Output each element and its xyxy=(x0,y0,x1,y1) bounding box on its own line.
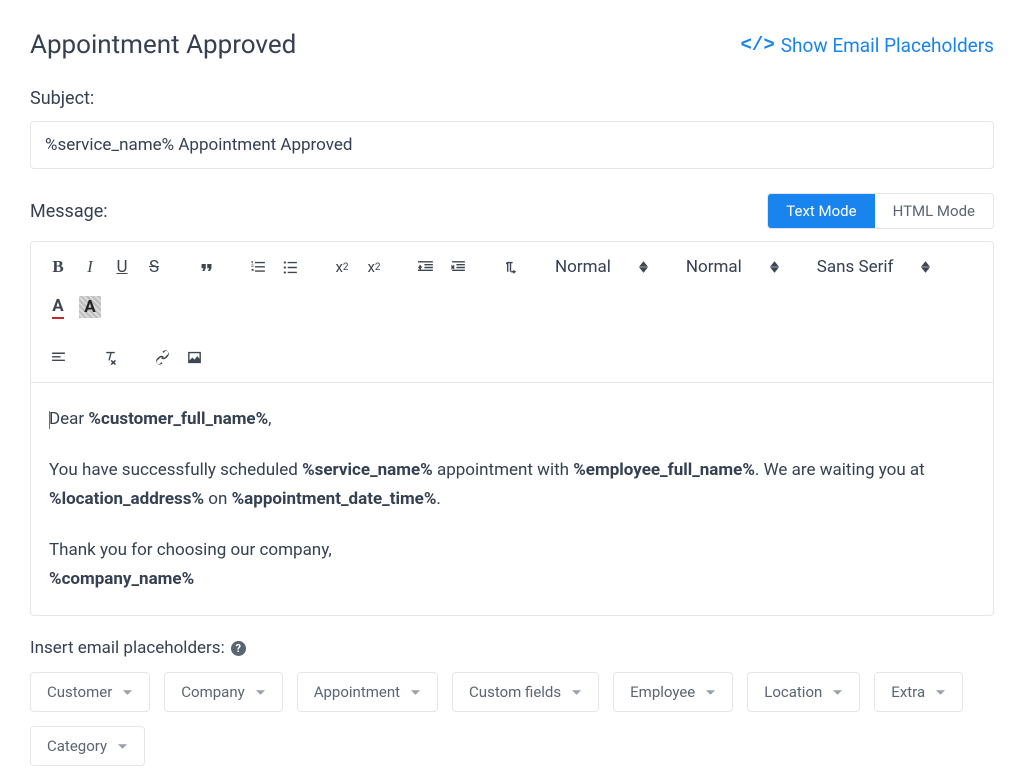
html-mode-button[interactable]: HTML Mode xyxy=(875,194,993,228)
page-title: Appointment Approved xyxy=(30,30,296,60)
dropdown-company[interactable]: Company xyxy=(164,672,282,712)
editor-toolbar: B I U S x2 x2 xyxy=(31,242,993,383)
placeholder-employee-name: %employee_full_name% xyxy=(573,460,755,480)
placeholder-appointment-datetime: %appointment_date_time% xyxy=(232,489,437,509)
text: on xyxy=(204,489,232,509)
code-icon: </> xyxy=(741,34,775,56)
clear-formatting-button[interactable] xyxy=(95,342,125,372)
italic-button[interactable]: I xyxy=(75,252,105,282)
dropdown-location[interactable]: Location xyxy=(747,672,860,712)
dropdown-customer[interactable]: Customer xyxy=(30,672,150,712)
text: . xyxy=(436,489,440,509)
dropdown-category[interactable]: Category xyxy=(30,726,145,766)
placeholder-company-name: %company_name% xyxy=(49,569,194,589)
placeholder-location-address: %location_address% xyxy=(49,489,204,509)
outdent-button[interactable] xyxy=(411,252,441,282)
subject-input[interactable] xyxy=(30,121,994,169)
editor-textarea[interactable]: Dear %customer_full_name%, You have succ… xyxy=(31,383,993,615)
font-size-value: Normal xyxy=(686,257,742,277)
help-icon[interactable]: ? xyxy=(231,641,246,656)
unordered-list-button[interactable] xyxy=(275,252,305,282)
direction-button[interactable] xyxy=(495,252,525,282)
chevron-down-icon xyxy=(410,689,421,696)
text: , xyxy=(268,409,271,429)
text: appointment with xyxy=(433,460,573,480)
placeholder-customer-name: %customer_full_name% xyxy=(88,409,268,429)
indent-button[interactable] xyxy=(443,252,473,282)
chevron-down-icon xyxy=(832,689,843,696)
text: Dear xyxy=(49,409,88,429)
placeholder-service-name: %service_name% xyxy=(302,460,433,480)
paragraph-format-select[interactable]: Normal xyxy=(547,257,656,277)
show-email-placeholders-label: Show Email Placeholders xyxy=(781,34,994,57)
chevron-down-icon xyxy=(571,689,582,696)
dropdown-extra[interactable]: Extra xyxy=(874,672,963,712)
rich-text-editor: B I U S x2 x2 xyxy=(30,241,994,616)
editor-mode-toggle: Text Mode HTML Mode xyxy=(767,193,994,229)
superscript-button[interactable]: x2 xyxy=(359,252,389,282)
chevron-sort-icon xyxy=(639,261,648,273)
text-color-button[interactable]: A xyxy=(43,292,73,322)
show-email-placeholders-link[interactable]: </> Show Email Placeholders xyxy=(741,34,994,57)
text: You have successfully scheduled xyxy=(49,460,302,480)
chevron-down-icon xyxy=(935,689,946,696)
underline-button[interactable]: U xyxy=(107,252,137,282)
text: Thank you for choosing our company, xyxy=(49,540,332,560)
dropdown-employee[interactable]: Employee xyxy=(613,672,733,712)
strikethrough-button[interactable]: S xyxy=(139,252,169,282)
message-label: Message: xyxy=(30,201,108,222)
chevron-sort-icon xyxy=(921,261,930,273)
dropdown-appointment[interactable]: Appointment xyxy=(297,672,438,712)
font-family-select[interactable]: Sans Serif xyxy=(809,257,939,277)
highlight-color-button[interactable]: A xyxy=(75,292,105,322)
subject-label: Subject: xyxy=(30,88,994,109)
chevron-down-icon xyxy=(255,689,266,696)
dropdown-custom-fields[interactable]: Custom fields xyxy=(452,672,599,712)
chevron-sort-icon xyxy=(770,261,779,273)
chevron-down-icon xyxy=(122,689,133,696)
chevron-down-icon xyxy=(705,689,716,696)
placeholder-dropdowns: Customer Company Appointment Custom fiel… xyxy=(30,672,994,766)
text: . We are waiting you at xyxy=(755,460,925,480)
paragraph-format-value: Normal xyxy=(555,257,611,277)
subscript-button[interactable]: x2 xyxy=(327,252,357,282)
text-mode-button[interactable]: Text Mode xyxy=(768,194,874,228)
image-button[interactable] xyxy=(179,342,209,372)
chevron-down-icon xyxy=(117,743,128,750)
blockquote-button[interactable] xyxy=(191,252,221,282)
align-button[interactable] xyxy=(43,342,73,372)
font-size-select[interactable]: Normal xyxy=(678,257,787,277)
link-button[interactable] xyxy=(147,342,177,372)
font-family-value: Sans Serif xyxy=(817,257,894,277)
insert-placeholders-label: Insert email placeholders: xyxy=(30,638,225,658)
ordered-list-button[interactable] xyxy=(243,252,273,282)
bold-button[interactable]: B xyxy=(43,252,73,282)
